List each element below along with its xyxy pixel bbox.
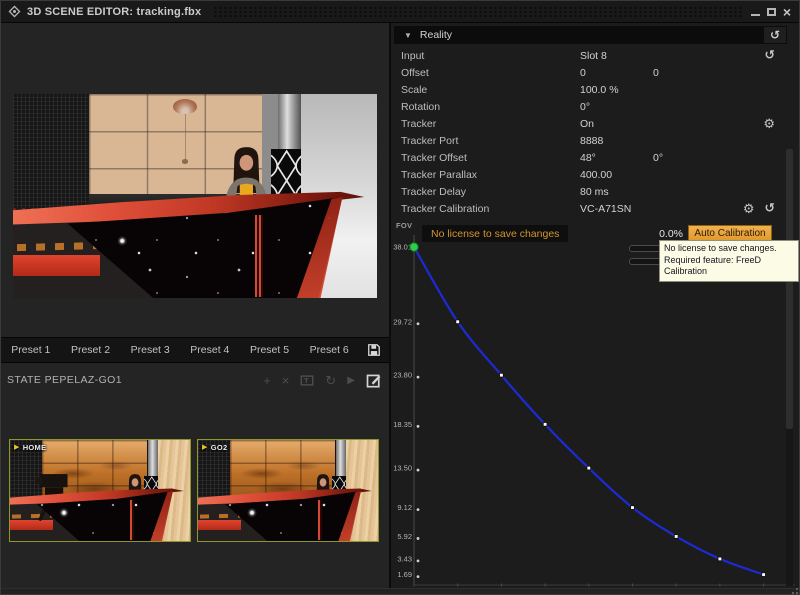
preset-6-button[interactable]: Preset 6	[299, 344, 359, 356]
preset-2-button[interactable]: Preset 2	[61, 344, 121, 356]
titlebar: 3D SCENE EDITOR: tracking.fbx ×	[1, 1, 799, 23]
scene-viewport[interactable]	[13, 94, 377, 298]
svg-text:38.01: 38.01	[393, 243, 412, 252]
reset-icon: ↺	[770, 28, 780, 42]
parachute-graphic	[173, 99, 197, 114]
collapse-icon[interactable]: ▼	[404, 31, 412, 40]
svg-text:5.92: 5.92	[397, 532, 412, 541]
save-icon	[367, 343, 381, 357]
svg-text:9.12: 9.12	[397, 503, 412, 512]
refresh-state-icon[interactable]: ↻	[325, 374, 336, 387]
calibration-percent: 0.0%	[643, 228, 683, 240]
gear-icon[interactable]: ⚙	[763, 117, 775, 130]
preset-4-button[interactable]: Preset 4	[180, 344, 240, 356]
thumbnail-go2[interactable]: ▶ GO2	[197, 439, 379, 542]
save-preset-button[interactable]	[359, 343, 389, 357]
property-row-tracker-port[interactable]: Tracker Port 8888	[391, 132, 791, 149]
property-row-scale[interactable]: Scale 100.0 %	[391, 81, 791, 98]
thumbnail-play-icon: ▶	[14, 444, 20, 451]
license-badge: No license to save changes	[422, 225, 568, 242]
window-title: 3D SCENE EDITOR: tracking.fbx	[27, 6, 201, 18]
property-row-tracker-calibration[interactable]: Tracker Calibration VC-A71SN ⚙ ↺	[391, 200, 791, 217]
property-row-tracker-offset[interactable]: Tracker Offset 48° 0°	[391, 149, 791, 166]
desk-red-stripes	[255, 215, 263, 297]
license-tooltip: No license to save changes. Required fea…	[659, 240, 799, 282]
scene-editor-window: 3D SCENE EDITOR: tracking.fbx ×	[0, 0, 800, 595]
resize-grip[interactable]	[787, 583, 799, 595]
tooltip-line-1: No license to save changes.	[664, 243, 794, 255]
edit-state-icon[interactable]	[366, 373, 381, 388]
property-row-offset[interactable]: Offset 0 0	[391, 64, 791, 81]
reset-icon[interactable]: ↺	[765, 202, 775, 215]
fov-axis-label: FOV	[396, 221, 412, 230]
svg-text:13.50: 13.50	[393, 464, 412, 473]
add-state-icon[interactable]: +	[263, 374, 271, 387]
section-title: Reality	[420, 29, 452, 41]
floor-red-band	[13, 255, 100, 275]
thumbnail-home-label: HOME	[23, 443, 47, 452]
property-list: Input Slot 8 ↺ Offset 0 0 Scale 100.0 % …	[391, 47, 791, 217]
svg-text:3.43: 3.43	[397, 554, 412, 563]
state-label: STATE PEPELAZ-GO1	[7, 374, 122, 386]
thumbnail-home[interactable]: ▶ HOME	[9, 439, 191, 542]
bottom-strip	[1, 588, 800, 595]
state-row: STATE PEPELAZ-GO1 + × ↻ ▶	[1, 367, 389, 393]
svg-text:1.69: 1.69	[397, 570, 412, 579]
property-row-tracker-parallax[interactable]: Tracker Parallax 400.00	[391, 166, 791, 183]
play-state-icon[interactable]: ▶	[347, 374, 355, 387]
minimize-icon[interactable]	[751, 14, 760, 16]
studio-scene-preview	[13, 94, 377, 298]
property-row-tracker-delay[interactable]: Tracker Delay 80 ms	[391, 183, 791, 200]
property-row-tracker[interactable]: Tracker On ⚙	[391, 115, 791, 132]
preset-3-button[interactable]: Preset 3	[120, 344, 180, 356]
calibration-chart-area: 38.01 29.72 23.80 18.35 13.50 9.12 5.92 3.43 1.6…	[391, 219, 800, 588]
close-icon[interactable]: ×	[783, 5, 791, 19]
preset-bar: Preset 1 Preset 2 Preset 3 Preset 4 Pres…	[1, 337, 389, 363]
preset-1-button[interactable]: Preset 1	[1, 344, 61, 356]
tooltip-line-2: Required feature: FreeD Calibration	[664, 255, 794, 278]
gear-icon[interactable]: ⚙	[743, 202, 755, 215]
delete-state-icon[interactable]: ×	[282, 374, 290, 387]
preset-5-button[interactable]: Preset 5	[240, 344, 300, 356]
svg-text:18.35: 18.35	[393, 420, 412, 429]
svg-text:29.72: 29.72	[393, 317, 412, 326]
left-panel: Preset 1 Preset 2 Preset 3 Preset 4 Pres…	[1, 23, 389, 588]
scrollbar-thumb[interactable]	[786, 149, 793, 429]
property-row-input[interactable]: Input Slot 8 ↺	[391, 47, 791, 64]
svg-text:23.80: 23.80	[393, 371, 412, 380]
thumbnail-play-icon: ▶	[202, 444, 208, 451]
property-row-rotation[interactable]: Rotation 0°	[391, 98, 791, 115]
reset-icon[interactable]: ↺	[765, 49, 775, 62]
app-logo-icon	[7, 4, 22, 19]
properties-panel: ▼ Reality ↺ Input Slot 8 ↺ Offset 0 0 Sc…	[389, 23, 800, 588]
maximize-icon[interactable]	[767, 8, 776, 16]
rename-state-icon[interactable]	[300, 374, 314, 387]
section-reset-button[interactable]: ↺	[764, 27, 786, 43]
thumbnail-go2-label: GO2	[211, 443, 228, 452]
titlebar-drag-texture[interactable]	[213, 5, 743, 19]
reality-section-header[interactable]: ▼ Reality ↺	[394, 26, 787, 44]
state-thumbnails: ▶ HOME	[1, 439, 389, 543]
parachute-line	[185, 114, 186, 161]
